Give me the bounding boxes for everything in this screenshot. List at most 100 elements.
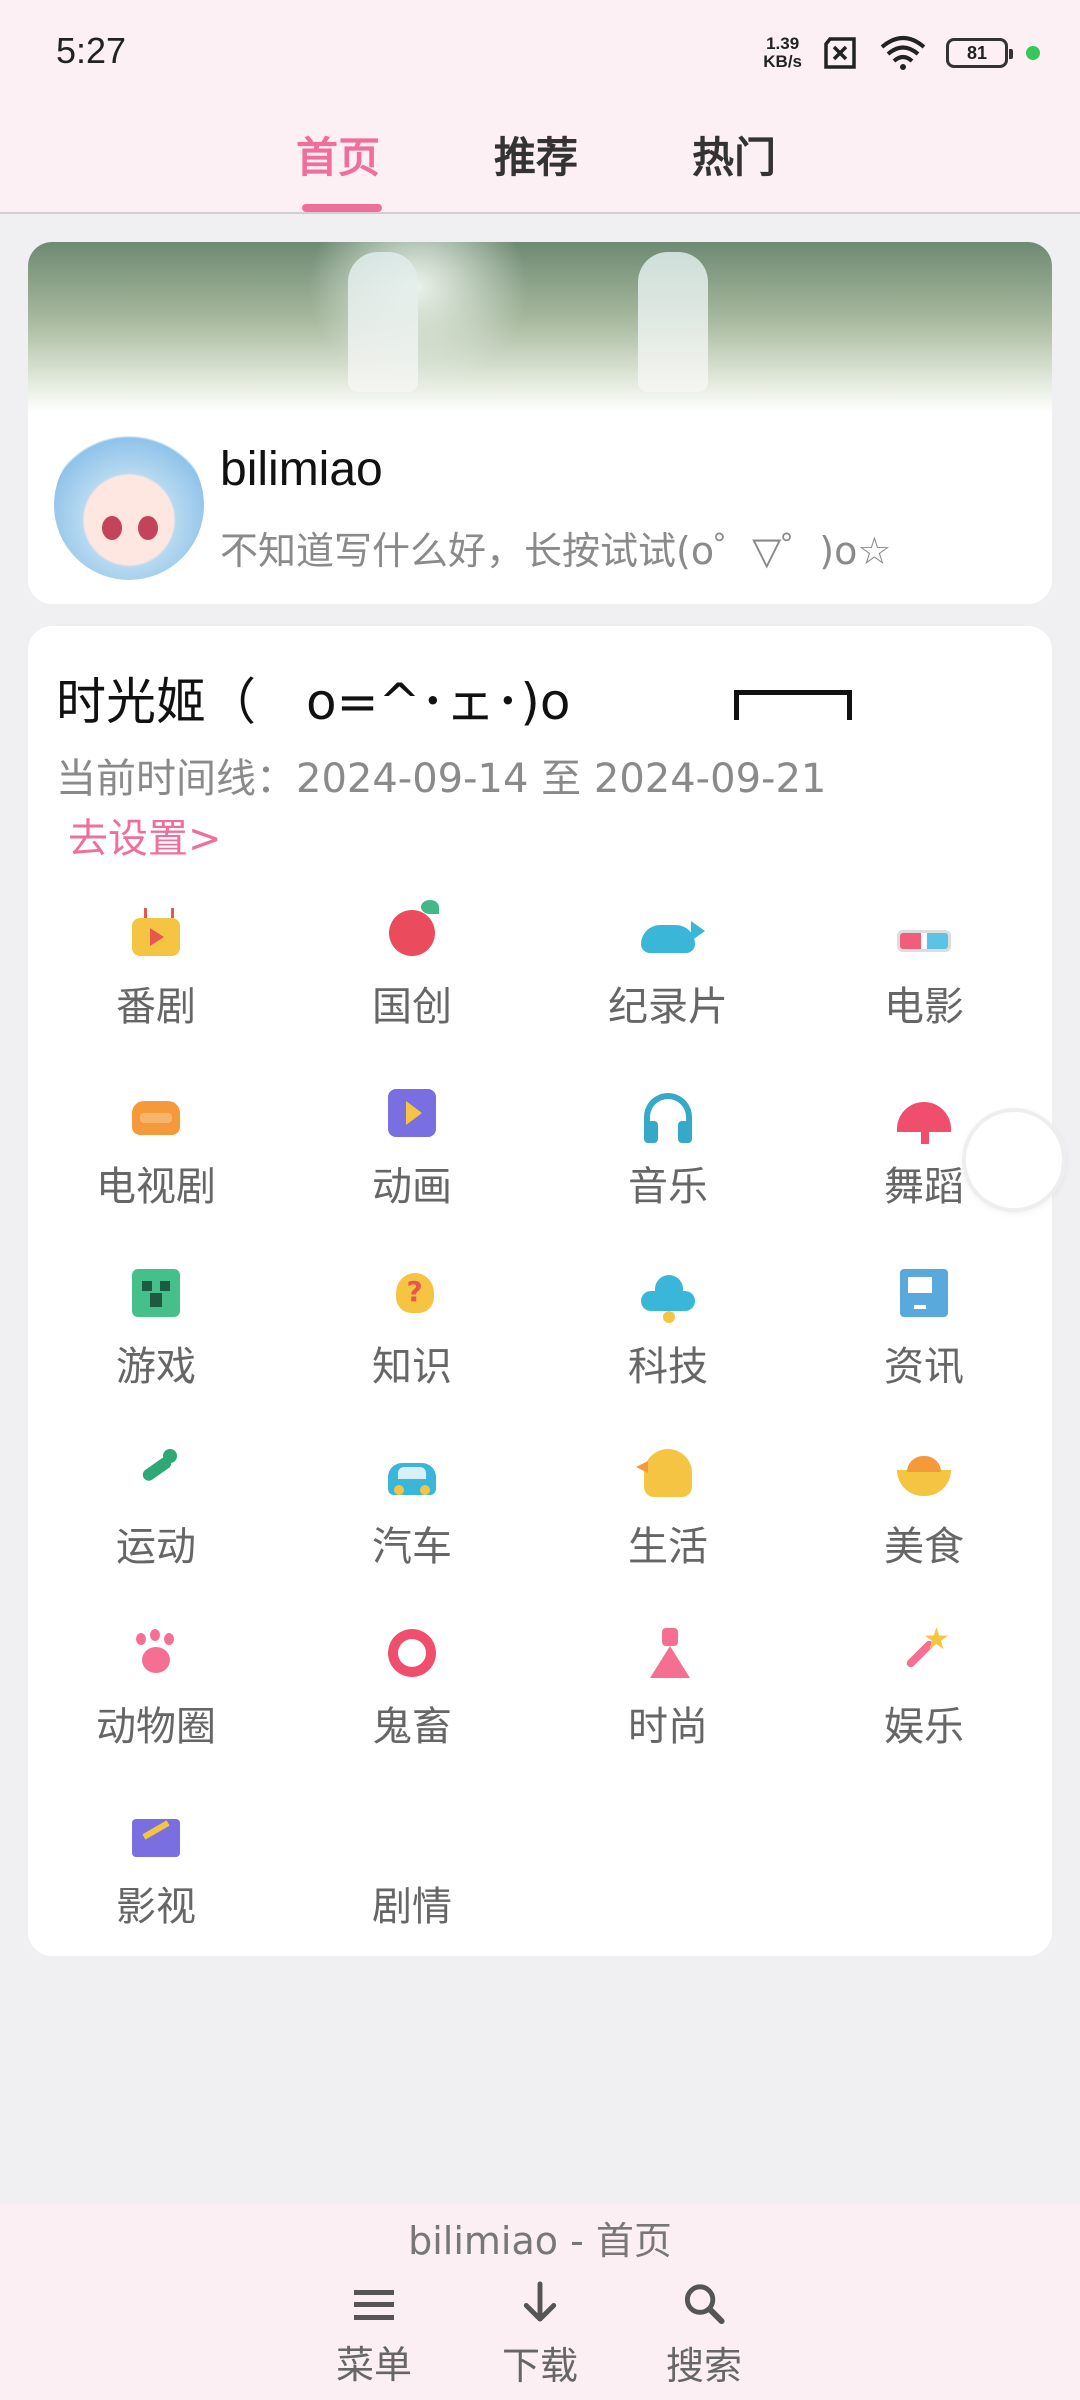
3d-glasses-icon <box>897 930 951 952</box>
username: bilimiao <box>220 443 383 496</box>
category-label: 剧情 <box>372 1884 452 1930</box>
category-label: 生活 <box>628 1524 708 1570</box>
profile-banner-image <box>28 242 1052 412</box>
duck-icon <box>636 1449 692 1497</box>
category-movie[interactable]: 电影 <box>796 906 1052 1086</box>
newspaper-icon <box>900 1269 948 1317</box>
category-label: 游戏 <box>116 1344 196 1390</box>
play-icon <box>388 1089 436 1137</box>
card-title: 时光姬（ o=^･ェ･)o <box>56 673 621 731</box>
category-label: 电视剧 <box>96 1164 216 1210</box>
sofa-icon <box>132 1101 180 1135</box>
floating-assistive-button[interactable] <box>966 1112 1062 1208</box>
category-entertainment[interactable]: 娱乐 <box>796 1622 1052 1806</box>
title-decoration <box>734 690 852 720</box>
tv-icon <box>132 918 180 956</box>
category-tv-series[interactable]: 电视剧 <box>28 1086 284 1266</box>
category-music[interactable]: 音乐 <box>540 1086 796 1266</box>
menu-label: 菜单 <box>335 2343 412 2387</box>
category-label: 知识 <box>372 1344 452 1390</box>
fan-icon <box>897 1102 951 1144</box>
category-label: 时尚 <box>628 1704 708 1750</box>
network-speed: 1.39 KB/s <box>763 34 802 71</box>
category-guochuang[interactable]: 国创 <box>284 900 540 1086</box>
profile-card[interactable]: bilimiao 不知道写什么好，长按试试(o゜▽゜)o☆ <box>28 242 1052 604</box>
go-settings-link[interactable]: 去设置> <box>68 806 222 864</box>
category-label: 动画 <box>372 1164 452 1210</box>
menu-icon <box>354 2290 394 2320</box>
tab-home[interactable]: 首页 <box>296 124 380 185</box>
category-label: 资讯 <box>884 1344 964 1390</box>
category-food[interactable]: 美食 <box>796 1446 1052 1626</box>
timeline-range: 当前时间线：2024-09-14 至 2024-09-21 <box>56 756 827 802</box>
category-label: 纪录片 <box>608 984 728 1030</box>
search-icon <box>684 2284 725 2325</box>
magic-wand-icon <box>899 1622 950 1678</box>
battery-icon: 81 <box>946 38 1013 68</box>
category-label: 国创 <box>372 984 452 1030</box>
search-button[interactable]: 搜索 <box>644 2280 764 2390</box>
category-game[interactable]: 游戏 <box>28 1266 284 1446</box>
category-label: 电影 <box>884 984 964 1030</box>
timeline-category-card: 时光姬（ o=^･ェ･)o 当前时间线：2024-09-14 至 2024-09… <box>28 626 1052 1956</box>
clown-icon <box>388 1629 436 1677</box>
download-label: 下载 <box>501 2344 578 2388</box>
category-label: 汽车 <box>372 1524 452 1570</box>
banner-character <box>348 252 418 392</box>
category-grid: 番剧 国创 纪录片 电影 电视剧 动画 音乐 舞蹈 游戏 ? 知识 科技 资讯 … <box>28 900 1052 1986</box>
clapperboard-icon <box>132 1819 180 1857</box>
banner-character <box>638 252 708 392</box>
category-tech[interactable]: 科技 <box>540 1266 796 1446</box>
wifi-icon <box>880 36 926 70</box>
bottom-page-title: bilimiao - 首页 <box>408 2219 672 2263</box>
category-film-tv[interactable]: 影视 <box>28 1806 284 1986</box>
category-news[interactable]: 资讯 <box>796 1266 1052 1446</box>
ufo-icon <box>641 1275 695 1323</box>
runner-icon <box>129 1449 183 1497</box>
category-kichiku[interactable]: 鬼畜 <box>284 1626 540 1806</box>
category-label: 美食 <box>884 1524 964 1570</box>
category-label: 番剧 <box>116 984 196 1030</box>
status-time: 5:27 <box>56 30 127 71</box>
gourd-icon <box>389 900 439 956</box>
user-bio: 不知道写什么好，长按试试(o゜▽゜)o☆ <box>220 529 892 573</box>
dress-icon <box>650 1628 690 1678</box>
category-documentary[interactable]: 纪录片 <box>540 906 796 1086</box>
search-label: 搜索 <box>665 2344 742 2388</box>
bottom-navigation-bar: bilimiao - 首页 菜单 下载 搜索 <box>0 2204 1080 2400</box>
category-label: 舞蹈 <box>884 1164 964 1210</box>
lightbulb-icon <box>395 1273 434 1313</box>
top-tab-bar: 首页 推荐 热门 <box>0 100 1080 214</box>
category-drama[interactable]: 剧情 <box>284 1806 540 1986</box>
category-bangumi[interactable]: 番剧 <box>28 906 284 1086</box>
category-knowledge[interactable]: 知识 <box>284 1266 540 1446</box>
active-tab-indicator <box>302 204 382 212</box>
tab-recommend[interactable]: 推荐 <box>494 124 578 185</box>
tab-popular[interactable]: 热门 <box>692 124 776 185</box>
download-icon <box>523 2281 557 2322</box>
category-label: 娱乐 <box>884 1704 964 1750</box>
category-car[interactable]: 汽车 <box>284 1446 540 1626</box>
category-label: 运动 <box>116 1524 196 1570</box>
headphones-icon <box>644 1093 692 1143</box>
category-label: 科技 <box>628 1344 708 1390</box>
status-icons: 1.39 KB/s 81 <box>763 30 1040 76</box>
food-bowl-icon <box>897 1456 951 1496</box>
menu-button[interactable]: 菜单 <box>314 2280 434 2390</box>
car-icon <box>388 1463 436 1495</box>
category-label: 动物圈 <box>96 1704 216 1750</box>
avatar[interactable] <box>54 430 204 580</box>
paw-icon <box>132 1629 180 1677</box>
category-animation[interactable]: 动画 <box>284 1086 540 1266</box>
creeper-icon <box>132 1269 180 1317</box>
category-label: 鬼畜 <box>372 1704 452 1750</box>
download-button[interactable]: 下载 <box>480 2280 600 2390</box>
no-sim-icon <box>824 37 856 69</box>
status-bar: 5:27 1.39 KB/s 81 <box>0 0 1080 100</box>
category-fashion[interactable]: 时尚 <box>540 1626 796 1806</box>
whale-icon <box>641 921 705 953</box>
category-animals[interactable]: 动物圈 <box>28 1626 284 1806</box>
category-sports[interactable]: 运动 <box>28 1446 284 1626</box>
category-life[interactable]: 生活 <box>540 1446 796 1626</box>
category-label: 影视 <box>116 1884 196 1930</box>
